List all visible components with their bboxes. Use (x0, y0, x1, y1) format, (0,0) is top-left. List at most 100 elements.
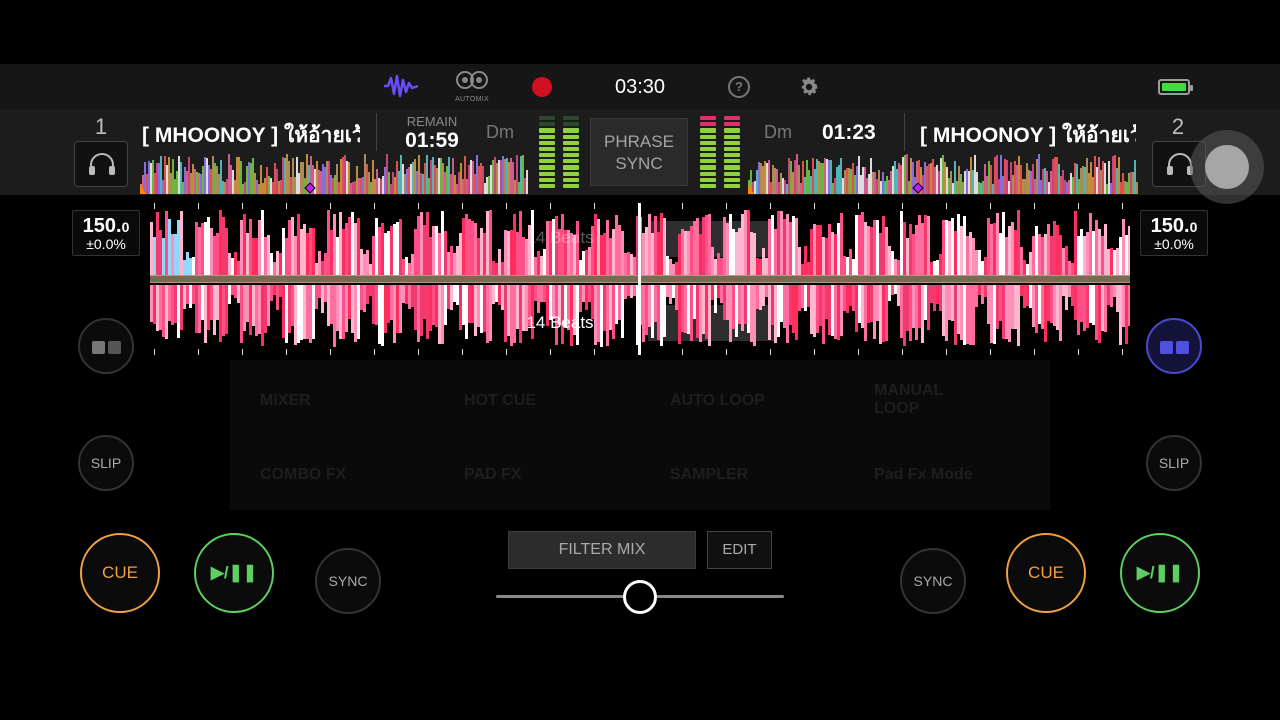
clock: 03:30 (614, 76, 666, 98)
deck1-sync-button[interactable]: SYNC (315, 548, 381, 614)
beat-tick (330, 203, 331, 209)
help-icon[interactable]: ? (728, 76, 750, 98)
meter-segment (563, 183, 579, 189)
phrase-sync-line2: SYNC (615, 154, 663, 173)
deck1-play-pause-button[interactable]: ▶/❚❚ (194, 533, 274, 613)
meter-segment (539, 122, 555, 127)
meter-segment (700, 140, 716, 145)
deck2-key: Dm (764, 122, 792, 142)
beat-tick (506, 203, 507, 209)
beat-tick (946, 349, 947, 355)
deck2-overview-waveform[interactable] (748, 152, 1138, 194)
deck2-slip-button[interactable]: SLIP (1146, 435, 1202, 491)
deck2-track-title[interactable]: [ MHOONOY ] ให้อ้ายเว้าแหน่ (920, 119, 1136, 152)
beat-tick (506, 349, 507, 355)
automix-icon[interactable]: AUTOMIX (452, 70, 492, 104)
beat-tick (770, 349, 771, 355)
automix-label: AUTOMIX (455, 96, 489, 103)
beat-tick (418, 203, 419, 209)
deck1-overview-waveform[interactable] (140, 152, 528, 194)
meter-segment (700, 116, 716, 121)
meter-segment (563, 177, 579, 182)
deck1-remain-time[interactable]: 01:59 (392, 129, 472, 153)
playhead (638, 203, 641, 355)
filter-mix-button[interactable]: FILTER MIX (508, 531, 696, 569)
deck1-key: Dm (486, 122, 514, 142)
pad-square-icon (92, 341, 105, 354)
meter-segment (724, 116, 740, 121)
crossfader-knob[interactable] (623, 580, 657, 614)
beat-tick (242, 349, 243, 355)
beat-tick (286, 203, 287, 209)
beat-tick (594, 203, 595, 209)
beat-tick (154, 203, 155, 209)
beat-tick (1122, 349, 1123, 355)
pad-square-icon (1160, 341, 1173, 354)
phrase-sync-button[interactable]: PHRASE SYNC (590, 118, 688, 186)
deck2-play-pause-button[interactable]: ▶/❚❚ (1120, 533, 1200, 613)
meter-segment (563, 171, 579, 176)
deck1-pad-mode-button[interactable] (78, 318, 134, 374)
deck2-level-meter-right (724, 116, 740, 189)
beat-tick (242, 203, 243, 209)
meter-segment (700, 177, 716, 182)
meter-segment (724, 177, 740, 182)
ghost-pad-fx: PAD FX (464, 466, 522, 483)
cue-marker-icon (748, 184, 754, 194)
meter-segment (724, 165, 740, 170)
meter-segment (539, 128, 555, 133)
deck2-bpm-display[interactable]: 150.0 ±0.0% (1140, 210, 1208, 256)
meter-segment (724, 128, 740, 133)
beat-tick (550, 203, 551, 209)
beat-tick (286, 349, 287, 355)
meter-segment (724, 159, 740, 164)
assistive-touch-button[interactable] (1190, 130, 1264, 204)
beat-tick (1034, 203, 1035, 209)
deck1-beats-label: 14 Beats (526, 228, 594, 247)
meter-segment (724, 153, 740, 158)
beat-tick (418, 349, 419, 355)
deck2-sync-button[interactable]: SYNC (900, 548, 966, 614)
deck1-bpm-display[interactable]: 150.0 ±0.0% (72, 210, 140, 256)
meter-segment (563, 122, 579, 127)
beat-tick (990, 349, 991, 355)
waveform-icon[interactable] (384, 74, 418, 98)
deck2-pad-mode-button[interactable] (1146, 318, 1202, 374)
ghost-pad-fx-mode: Pad Fx Mode (874, 466, 973, 483)
deck2-cue-button[interactable]: CUE (1006, 533, 1086, 613)
beat-tick (594, 349, 595, 355)
overview-bar (1136, 182, 1138, 194)
deck2-number: 2 (1171, 114, 1185, 139)
meter-segment (563, 153, 579, 158)
record-icon[interactable] (532, 77, 552, 97)
meter-segment (539, 153, 555, 158)
meter-segment (700, 146, 716, 152)
deck1-headphone-button[interactable] (74, 141, 128, 187)
ghost-sampler: SAMPLER (670, 466, 749, 483)
deck2-time[interactable]: 01:23 (822, 121, 876, 145)
beat-tick (682, 349, 683, 355)
settings-icon[interactable] (798, 76, 820, 98)
deck1-slip-button[interactable]: SLIP (78, 435, 134, 491)
beat-tick (858, 349, 859, 355)
beat-tick (990, 203, 991, 209)
deck1-track-title[interactable]: [ MHOONOY ] ให้อ้ายเว้าแหน่ (142, 119, 360, 152)
beat-tick (462, 349, 463, 355)
beat-tick (374, 203, 375, 209)
beat-tick (814, 349, 815, 355)
ghost-hot-cue: HOT CUE (464, 392, 536, 409)
meter-segment (700, 165, 716, 170)
ghost-mixer: MIXER (260, 392, 311, 409)
meter-segment (700, 159, 716, 164)
divider (904, 113, 905, 151)
fx-edit-button[interactable]: EDIT (707, 531, 772, 569)
ghost-manual-loop: MANUAL LOOP (874, 382, 944, 417)
beat-tick (550, 349, 551, 355)
beat-tick (858, 203, 859, 209)
meter-segment (724, 146, 740, 152)
beat-tick (902, 349, 903, 355)
beat-tick (770, 203, 771, 209)
meter-segment (724, 140, 740, 145)
deck1-cue-button[interactable]: CUE (80, 533, 160, 613)
deck2-level-meter-left (700, 116, 716, 189)
